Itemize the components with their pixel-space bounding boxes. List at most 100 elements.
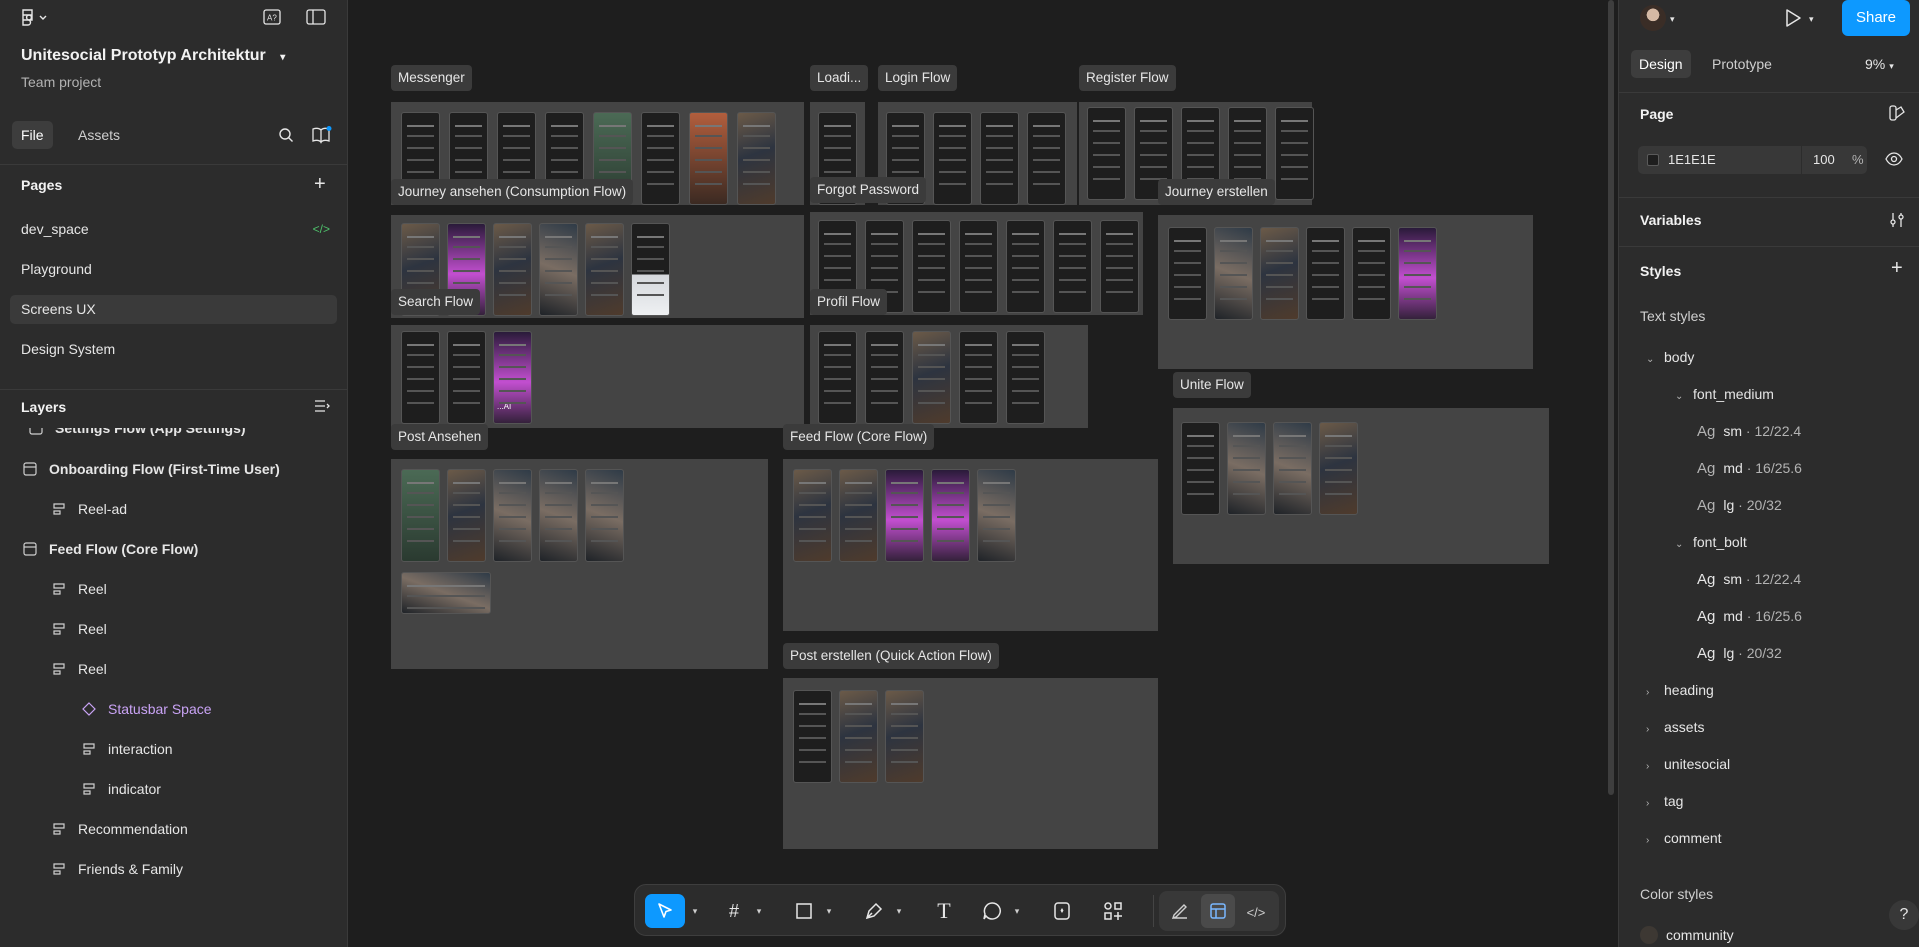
layer-reel-ad[interactable]: Reel-ad <box>52 494 127 524</box>
chevron-down-icon[interactable]: ▾ <box>280 52 285 63</box>
frame-label[interactable]: Feed Flow (Core Flow) <box>783 424 935 450</box>
style-group-assets[interactable]: › assets <box>1646 712 1704 742</box>
screen-thumbnail[interactable] <box>1260 227 1299 320</box>
screen-thumbnail[interactable] <box>1306 227 1345 320</box>
screen-thumbnail[interactable] <box>912 331 951 424</box>
frame-label[interactable]: Post Ansehen <box>391 424 489 450</box>
chevron-down-icon[interactable]: ▾ <box>1809 11 1814 27</box>
screen-thumbnail[interactable] <box>585 223 624 316</box>
screen-thumbnail[interactable] <box>1087 107 1126 200</box>
layer-indicator[interactable]: indicator <box>82 774 161 804</box>
style-group-body[interactable]: ⌄ body <box>1646 342 1694 372</box>
screen-thumbnail[interactable] <box>1006 220 1045 313</box>
frame-journey-erstellen[interactable] <box>1158 215 1533 369</box>
page-item-design-system[interactable]: Design System <box>10 335 337 364</box>
text-style-item[interactable]: Ag lg · 20/32 <box>1697 638 1782 668</box>
screen-thumbnail[interactable]: ...AI <box>493 331 532 424</box>
style-group-font-medium[interactable]: ⌄ font_medium <box>1675 379 1774 409</box>
frame-label[interactable]: Register Flow <box>1079 65 1176 91</box>
page-opacity-value[interactable]: 100 <box>1813 146 1835 174</box>
variables-settings-icon[interactable] <box>1889 212 1905 231</box>
figma-menu-icon[interactable] <box>21 9 51 30</box>
chevron-down-icon[interactable]: ▾ <box>893 894 905 928</box>
layer-reel[interactable]: Reel <box>52 574 107 604</box>
chevron-down-icon[interactable]: ▾ <box>1011 894 1023 928</box>
chevron-down-icon[interactable]: ▾ <box>753 894 765 928</box>
screen-thumbnail[interactable] <box>585 469 624 562</box>
text-style-item[interactable]: Ag lg · 20/32 <box>1697 490 1782 520</box>
color-style-item[interactable]: community <box>1640 920 1734 947</box>
library-icon[interactable] <box>312 126 332 147</box>
dev-mode-button[interactable]: </> <box>1239 894 1273 928</box>
text-style-item[interactable]: Ag md · 16/25.6 <box>1697 601 1802 631</box>
screen-thumbnail[interactable] <box>1352 227 1391 320</box>
layer-statusbar-space[interactable]: Statusbar Space <box>82 694 212 724</box>
share-button[interactable]: Share <box>1842 0 1910 36</box>
screen-thumbnail[interactable] <box>1214 227 1253 320</box>
zoom-dropdown[interactable]: 9% ▾ <box>1865 50 1894 78</box>
collapse-layers-icon[interactable] <box>314 399 330 416</box>
screen-thumbnail[interactable] <box>818 331 857 424</box>
layer-reel[interactable]: Reel <box>52 654 107 684</box>
layer-settings-flow[interactable]: Settings Flow (App Settings) <box>29 428 246 443</box>
frame-label[interactable]: Post erstellen (Quick Action Flow) <box>783 643 999 669</box>
eye-icon[interactable] <box>1885 152 1903 169</box>
screen-thumbnail[interactable] <box>793 690 832 783</box>
frame-feed-flow[interactable] <box>783 459 1158 631</box>
page-background-field[interactable]: 1E1E1E 100 % <box>1638 146 1867 174</box>
screen-thumbnail[interactable] <box>401 469 440 562</box>
layer-interaction[interactable]: interaction <box>82 734 173 764</box>
tab-prototype[interactable]: Prototype <box>1704 50 1780 78</box>
frame-unite-flow[interactable] <box>1173 408 1549 564</box>
style-group-heading[interactable]: › heading <box>1646 675 1714 705</box>
screen-thumbnail[interactable] <box>931 469 970 562</box>
screen-thumbnail[interactable] <box>793 469 832 562</box>
text-style-item[interactable]: Ag sm · 12/22.4 <box>1697 564 1801 594</box>
frame-label[interactable]: Login Flow <box>878 65 958 91</box>
text-tool-button[interactable]: T <box>927 894 961 928</box>
screen-thumbnail[interactable] <box>865 331 904 424</box>
text-style-item[interactable]: Ag md · 16/25.6 <box>1697 453 1802 483</box>
screen-thumbnail[interactable] <box>1227 422 1266 515</box>
tab-design[interactable]: Design <box>1631 50 1691 78</box>
color-swatch[interactable] <box>1647 154 1659 166</box>
frame-label[interactable]: Forgot Password <box>810 177 927 203</box>
frame-profil-flow[interactable] <box>810 325 1088 428</box>
play-prototype-icon[interactable] <box>1783 8 1803 31</box>
frame-label[interactable]: Search Flow <box>391 289 481 315</box>
draw-mode-button[interactable] <box>1163 894 1197 928</box>
chevron-down-icon[interactable]: ▾ <box>1670 11 1675 27</box>
screen-thumbnail[interactable] <box>631 223 670 316</box>
frame-label[interactable]: Profil Flow <box>810 289 888 315</box>
screen-thumbnail[interactable] <box>1273 422 1312 515</box>
screen-thumbnail[interactable] <box>447 469 486 562</box>
help-button[interactable]: ? <box>1889 900 1919 930</box>
ai-translate-icon[interactable]: A? <box>263 9 281 28</box>
layer-friends-family[interactable]: Friends & Family <box>52 854 183 884</box>
screen-thumbnail[interactable] <box>447 331 486 424</box>
layer-reel[interactable]: Reel <box>52 614 107 644</box>
screen-thumbnail[interactable] <box>401 331 440 424</box>
page-item-dev-space[interactable]: dev_space </> <box>10 215 337 244</box>
screen-thumbnail[interactable] <box>885 690 924 783</box>
add-page-icon[interactable]: + <box>314 174 326 194</box>
screen-thumbnail[interactable] <box>977 469 1016 562</box>
screen-thumbnail[interactable] <box>912 220 951 313</box>
style-group-unitesocial[interactable]: › unitesocial <box>1646 749 1730 779</box>
comment-tool-button[interactable] <box>975 894 1009 928</box>
screen-thumbnail[interactable] <box>493 469 532 562</box>
style-group-font-bolt[interactable]: ⌄ font_bolt <box>1675 527 1747 557</box>
pen-tool-button[interactable] <box>857 894 891 928</box>
screen-thumbnail[interactable] <box>1275 107 1314 200</box>
screen-thumbnail[interactable] <box>885 469 924 562</box>
frame-label[interactable]: Unite Flow <box>1173 372 1251 398</box>
screen-thumbnail[interactable] <box>1027 112 1066 205</box>
screen-thumbnail[interactable] <box>1319 422 1358 515</box>
canvas-scrollbar[interactable] <box>1608 0 1614 795</box>
screen-thumbnail[interactable] <box>1100 220 1139 313</box>
avatar[interactable] <box>1640 5 1666 31</box>
layer-onboarding-flow[interactable]: Onboarding Flow (First-Time User) <box>23 454 280 484</box>
add-style-icon[interactable]: + <box>1891 258 1903 278</box>
frame-post-ansehen[interactable] <box>391 459 768 669</box>
actions-tool-button[interactable] <box>1045 894 1079 928</box>
